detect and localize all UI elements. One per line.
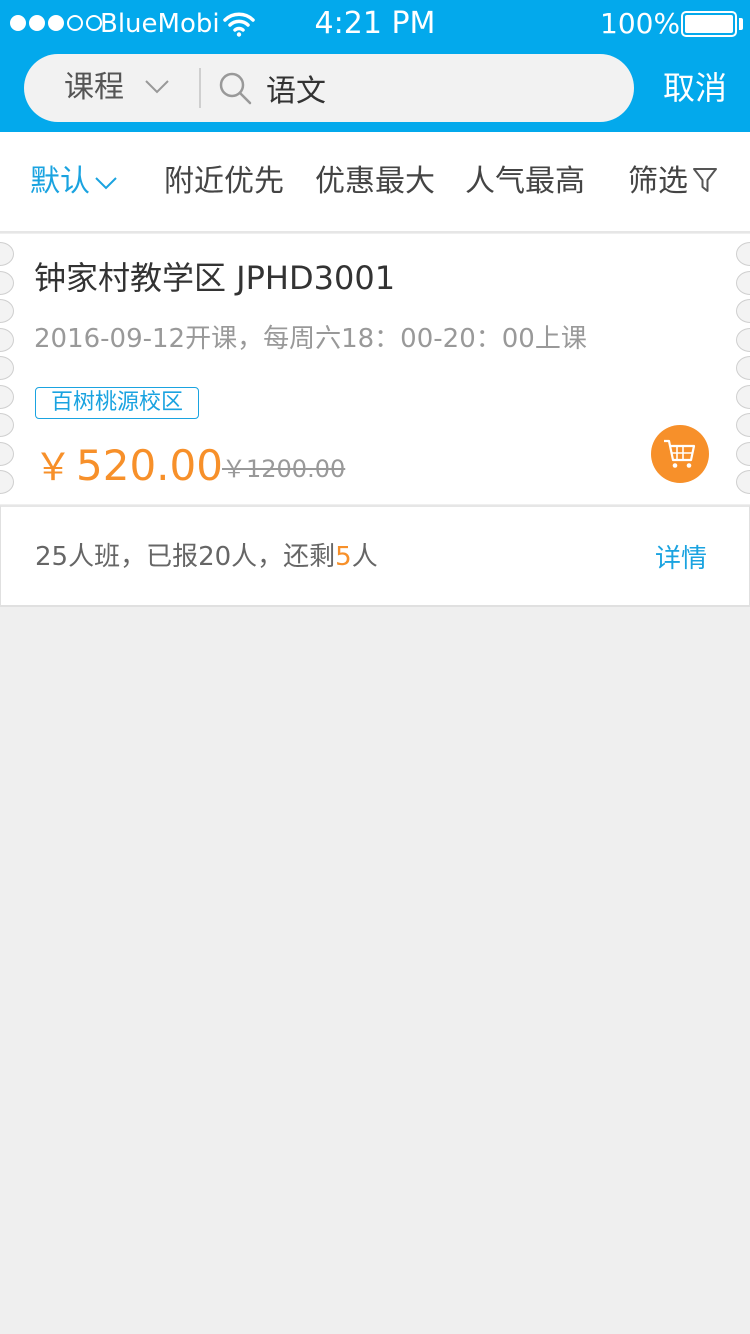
enrollment-prefix: 25人班，已报20人，还剩 — [35, 542, 336, 572]
battery-tip — [739, 18, 743, 30]
search-type-dropdown[interactable]: 课程 — [24, 54, 200, 122]
chevron-down-icon — [95, 176, 117, 189]
tab-default[interactable]: 默认 — [30, 162, 118, 202]
tab-default-label: 默认 — [30, 164, 90, 199]
tab-max-discount[interactable]: 优惠最大 — [315, 162, 435, 202]
filter-bar: 默认 附近优先 优惠最大 人气最高 筛选 — [0, 132, 750, 233]
enrollment-suffix: 人 — [351, 542, 378, 572]
details-link[interactable]: 详情 — [655, 541, 707, 577]
course-title: 钟家村教学区 JPHD3001 — [34, 259, 396, 297]
course-price: ￥520.00 — [34, 442, 223, 491]
funnel-icon — [693, 168, 717, 192]
search-type-label: 课程 — [64, 70, 124, 105]
search-bar: 课程 — [24, 54, 634, 122]
original-price: ￥1200.00 — [222, 455, 346, 483]
search-divider — [199, 68, 201, 108]
chevron-down-icon — [145, 80, 169, 94]
course-schedule: 2016-09-12开课，每周六18：00-20：00上课 — [34, 324, 587, 354]
search-icon — [219, 72, 252, 105]
campus-tag: 百树桃源校区 — [35, 387, 200, 419]
status-bar: BlueMobi 4:21 PM 100% — [0, 0, 750, 48]
add-to-cart-button[interactable] — [651, 425, 709, 483]
tab-most-popular[interactable]: 人气最高 — [465, 162, 585, 202]
remaining-seats: 5 — [335, 542, 352, 572]
battery-percentage: 100% — [600, 7, 681, 40]
price-value: 520.00 — [76, 441, 223, 490]
search-input[interactable] — [266, 66, 616, 110]
tab-nearby[interactable]: 附近优先 — [164, 162, 284, 202]
filter-button[interactable]: 筛选 — [628, 162, 718, 202]
enrollment-row: 25人班，已报20人，还剩5人 详情 — [0, 505, 750, 607]
shopping-cart-icon — [664, 439, 696, 468]
course-card[interactable]: 钟家村教学区 JPHD3001 2016-09-12开课，每周六18：00-20… — [0, 234, 750, 504]
enrollment-status: 25人班，已报20人，还剩5人 — [35, 539, 378, 575]
ticket-edge-right — [736, 242, 750, 500]
currency-symbol: ￥ — [34, 445, 73, 489]
battery-icon — [681, 11, 737, 37]
cancel-button[interactable]: 取消 — [650, 66, 740, 110]
filter-label: 筛选 — [628, 164, 688, 199]
app-header: BlueMobi 4:21 PM 100% 课程 取消 — [0, 0, 750, 132]
ticket-edge-left — [0, 242, 14, 500]
